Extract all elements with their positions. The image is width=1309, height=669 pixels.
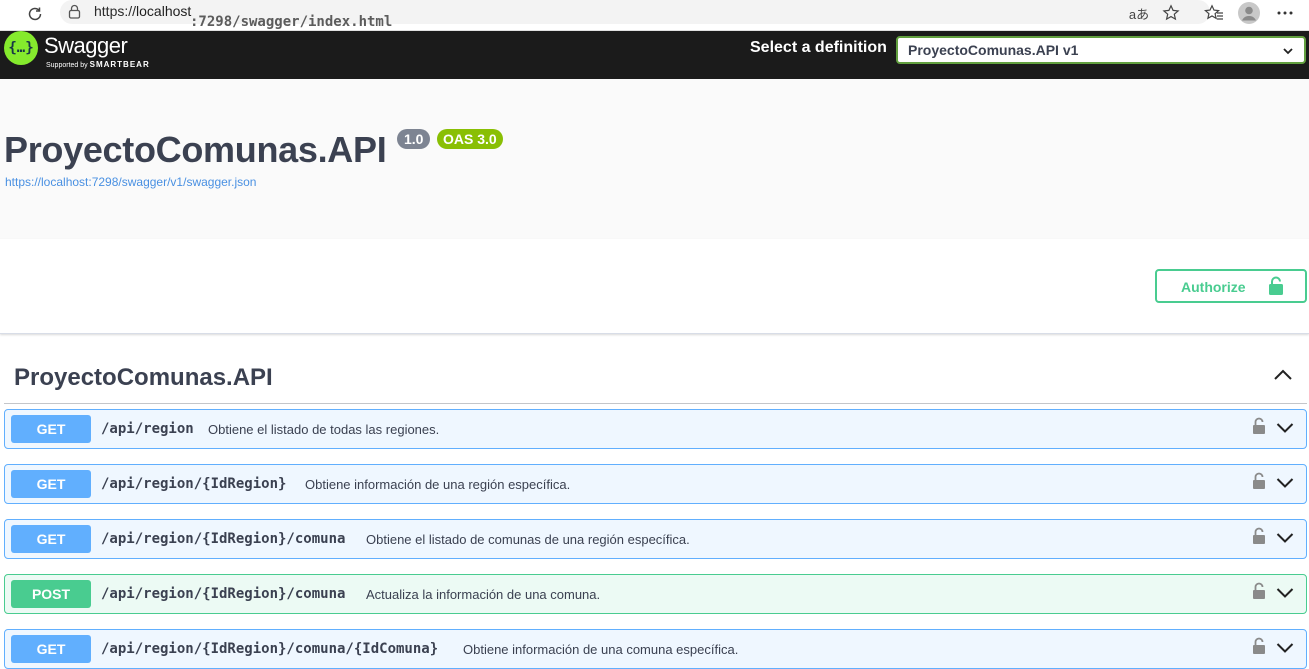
swagger-logo-icon: {…} — [4, 31, 38, 65]
api-info-section: ProyectoComunas.API 1.0 OAS 3.0 https://… — [0, 79, 1309, 239]
method-badge: GET — [11, 525, 91, 553]
chevron-up-icon[interactable] — [1273, 368, 1293, 387]
chevron-down-icon[interactable] — [1276, 476, 1294, 494]
operation-row[interactable]: GET /api/region Obtiene el listado de to… — [4, 409, 1307, 449]
swagger-topbar: {…} Swagger Supported by SMARTBEAR Selec… — [0, 31, 1309, 79]
method-badge: GET — [11, 470, 91, 498]
swagger-logo-name: Swagger — [44, 33, 128, 58]
url-text[interactable]: https://localhost:7298/swagger/index.htm… — [94, 3, 392, 30]
url-path: :7298/swagger/index.html — [190, 14, 393, 30]
operation-path: /api/region/{IdRegion} — [101, 476, 287, 492]
api-title: ProyectoComunas.API — [4, 129, 387, 170]
method-badge: GET — [11, 635, 91, 663]
chevron-down-icon[interactable] — [1276, 641, 1294, 659]
operation-path: /api/region/{IdRegion}/comuna — [101, 531, 346, 547]
tag-name: ProyectoComunas.API — [14, 364, 273, 391]
url-scheme: https:// — [94, 3, 137, 19]
operation-row[interactable]: GET /api/region/{IdRegion} Obtiene infor… — [4, 464, 1307, 504]
operation-path: /api/region/{IdRegion}/comuna — [101, 586, 346, 602]
definition-select-value: ProyectoComunas.API v1 — [908, 42, 1079, 58]
operation-summary: Obtiene el listado de todas las regiones… — [208, 422, 440, 437]
authorize-button[interactable]: Authorize — [1155, 269, 1307, 303]
swagger-logo-subtitle: Supported by SMARTBEAR — [46, 60, 150, 69]
lock-icon[interactable] — [1252, 527, 1266, 550]
chevron-down-icon[interactable] — [1276, 421, 1294, 439]
more-menu-icon[interactable] — [1274, 2, 1296, 24]
add-favorite-icon[interactable] — [1160, 2, 1182, 24]
site-lock-icon[interactable] — [68, 4, 81, 24]
lock-icon[interactable] — [1252, 472, 1266, 495]
operation-path: /api/region — [101, 421, 194, 437]
reload-icon[interactable] — [20, 1, 50, 27]
operation-row[interactable]: POST /api/region/{IdRegion}/comuna Actua… — [4, 574, 1307, 614]
chevron-down-icon — [1282, 44, 1294, 62]
version-badge: 1.0 — [397, 129, 431, 149]
operation-path: /api/region/{IdRegion}/comuna/{IdComuna} — [101, 641, 439, 657]
operation-row[interactable]: GET /api/region/{IdRegion}/comuna/{IdCom… — [4, 629, 1307, 669]
lock-icon[interactable] — [1252, 582, 1266, 605]
browser-toolbar: https://localhost:7298/swagger/index.htm… — [0, 0, 1309, 31]
oas-version-badge: OAS 3.0 — [437, 129, 503, 149]
operation-summary: Obtiene información de una comuna especí… — [463, 642, 739, 657]
operation-summary: Obtiene el listado de comunas de una reg… — [366, 532, 690, 547]
profile-avatar-icon[interactable] — [1238, 2, 1260, 24]
method-badge: GET — [11, 415, 91, 443]
method-badge: POST — [11, 580, 91, 608]
authorize-label: Authorize — [1181, 279, 1246, 295]
favorites-icon[interactable] — [1203, 2, 1225, 24]
select-definition-label: Select a definition — [750, 39, 887, 56]
chevron-down-icon[interactable] — [1276, 531, 1294, 549]
logo-sub-brand: SMARTBEAR — [89, 60, 150, 69]
chevron-down-icon[interactable] — [1276, 586, 1294, 604]
lock-icon[interactable] — [1252, 637, 1266, 660]
operation-summary: Actualiza la información de una comuna. — [366, 587, 601, 602]
operation-summary: Obtiene información de una región especí… — [305, 477, 571, 492]
scheme-container: Authorize — [0, 239, 1309, 334]
operation-row[interactable]: GET /api/region/{IdRegion}/comuna Obtien… — [4, 519, 1307, 559]
url-host: localhost — [136, 3, 192, 19]
definition-select[interactable]: ProyectoComunas.API v1 — [896, 36, 1306, 64]
unlocked-lock-icon — [1267, 276, 1285, 301]
read-aloud-icon[interactable]: aあ — [1128, 2, 1150, 24]
swagger-json-link[interactable]: https://localhost:7298/swagger/v1/swagge… — [5, 175, 256, 189]
logo-sub-prefix: Supported by — [46, 62, 88, 69]
lock-icon[interactable] — [1252, 417, 1266, 440]
tag-section-header[interactable]: ProyectoComunas.API — [4, 352, 1307, 404]
